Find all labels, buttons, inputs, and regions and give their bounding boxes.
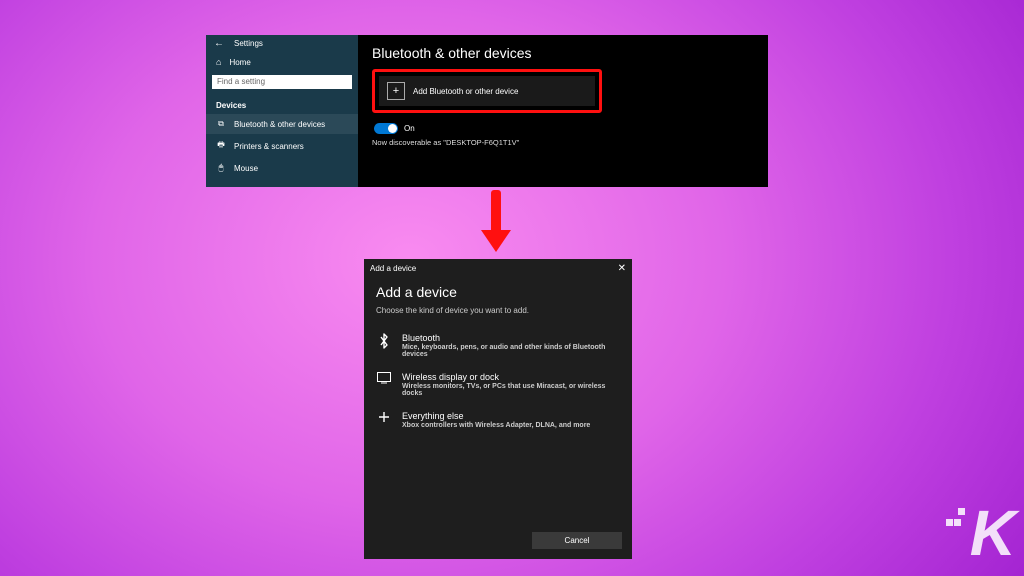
bluetooth-toggle-row: On bbox=[374, 123, 754, 134]
option-everything-else[interactable]: Everything else Xbox controllers with Wi… bbox=[376, 407, 620, 439]
option-wireless-display[interactable]: Wireless display or dock Wireless monito… bbox=[376, 368, 620, 407]
display-icon bbox=[376, 372, 392, 397]
settings-sidebar: ← Settings ⌂ Home Find a setting Devices… bbox=[206, 35, 358, 187]
close-icon[interactable]: ✕ bbox=[618, 263, 626, 274]
sidebar-item-bluetooth[interactable]: ⧉ Bluetooth & other devices bbox=[206, 114, 358, 134]
home-label: Home bbox=[229, 58, 250, 67]
sidebar-home[interactable]: ⌂ Home bbox=[206, 51, 358, 73]
window-titlebar: ← Settings bbox=[206, 35, 358, 51]
plus-icon bbox=[376, 411, 392, 429]
plus-icon: + bbox=[387, 82, 405, 100]
settings-main: Bluetooth & other devices + Add Bluetoot… bbox=[358, 35, 768, 187]
printer-icon: 🖶 bbox=[216, 139, 226, 153]
sidebar-item-mouse[interactable]: 🖱 Mouse bbox=[206, 158, 358, 178]
settings-window: ← Settings ⌂ Home Find a setting Devices… bbox=[206, 35, 768, 187]
option-desc: Xbox controllers with Wireless Adapter, … bbox=[402, 422, 590, 429]
home-icon: ⌂ bbox=[216, 57, 221, 67]
mouse-icon: 🖱 bbox=[216, 163, 226, 173]
window-title: Settings bbox=[234, 39, 263, 48]
dialog-body: Add a device Choose the kind of device y… bbox=[364, 278, 632, 524]
option-title: Wireless display or dock bbox=[402, 372, 620, 382]
sidebar-item-label: Printers & scanners bbox=[234, 142, 304, 151]
cancel-button[interactable]: Cancel bbox=[532, 532, 622, 549]
option-title: Bluetooth bbox=[402, 333, 620, 343]
dialog-titlebar: Add a device ✕ bbox=[364, 259, 632, 278]
discoverable-text: Now discoverable as "DESKTOP-F6Q1T1V" bbox=[372, 138, 754, 147]
bluetooth-icon: ⧉ bbox=[216, 119, 226, 129]
back-icon[interactable]: ← bbox=[214, 38, 224, 49]
option-title: Everything else bbox=[402, 411, 590, 421]
add-device-button[interactable]: + Add Bluetooth or other device bbox=[379, 76, 595, 106]
tutorial-arrow-icon bbox=[481, 190, 511, 254]
sidebar-item-label: Bluetooth & other devices bbox=[234, 120, 325, 129]
dialog-footer: Cancel bbox=[364, 524, 632, 559]
logo-letter: K bbox=[970, 496, 1012, 570]
page-title: Bluetooth & other devices bbox=[372, 45, 754, 61]
add-device-label: Add Bluetooth or other device bbox=[413, 87, 518, 96]
option-desc: Mice, keyboards, pens, or audio and othe… bbox=[402, 344, 620, 358]
add-device-dialog: Add a device ✕ Add a device Choose the k… bbox=[364, 259, 632, 559]
dialog-subheading: Choose the kind of device you want to ad… bbox=[376, 306, 620, 315]
sidebar-item-label: Mouse bbox=[234, 164, 258, 173]
option-bluetooth[interactable]: Bluetooth Mice, keyboards, pens, or audi… bbox=[376, 329, 620, 368]
sidebar-section-label: Devices bbox=[206, 95, 358, 114]
search-input[interactable]: Find a setting bbox=[212, 75, 352, 89]
dialog-title: Add a device bbox=[370, 264, 416, 273]
toggle-state-label: On bbox=[404, 124, 415, 133]
tutorial-highlight: + Add Bluetooth or other device bbox=[372, 69, 602, 113]
brand-logo: K bbox=[946, 496, 1012, 570]
dialog-heading: Add a device bbox=[376, 284, 620, 300]
bluetooth-toggle[interactable] bbox=[374, 123, 398, 134]
bluetooth-icon bbox=[376, 333, 392, 358]
option-desc: Wireless monitors, TVs, or PCs that use … bbox=[402, 383, 620, 397]
sidebar-item-printers[interactable]: 🖶 Printers & scanners bbox=[206, 134, 358, 158]
